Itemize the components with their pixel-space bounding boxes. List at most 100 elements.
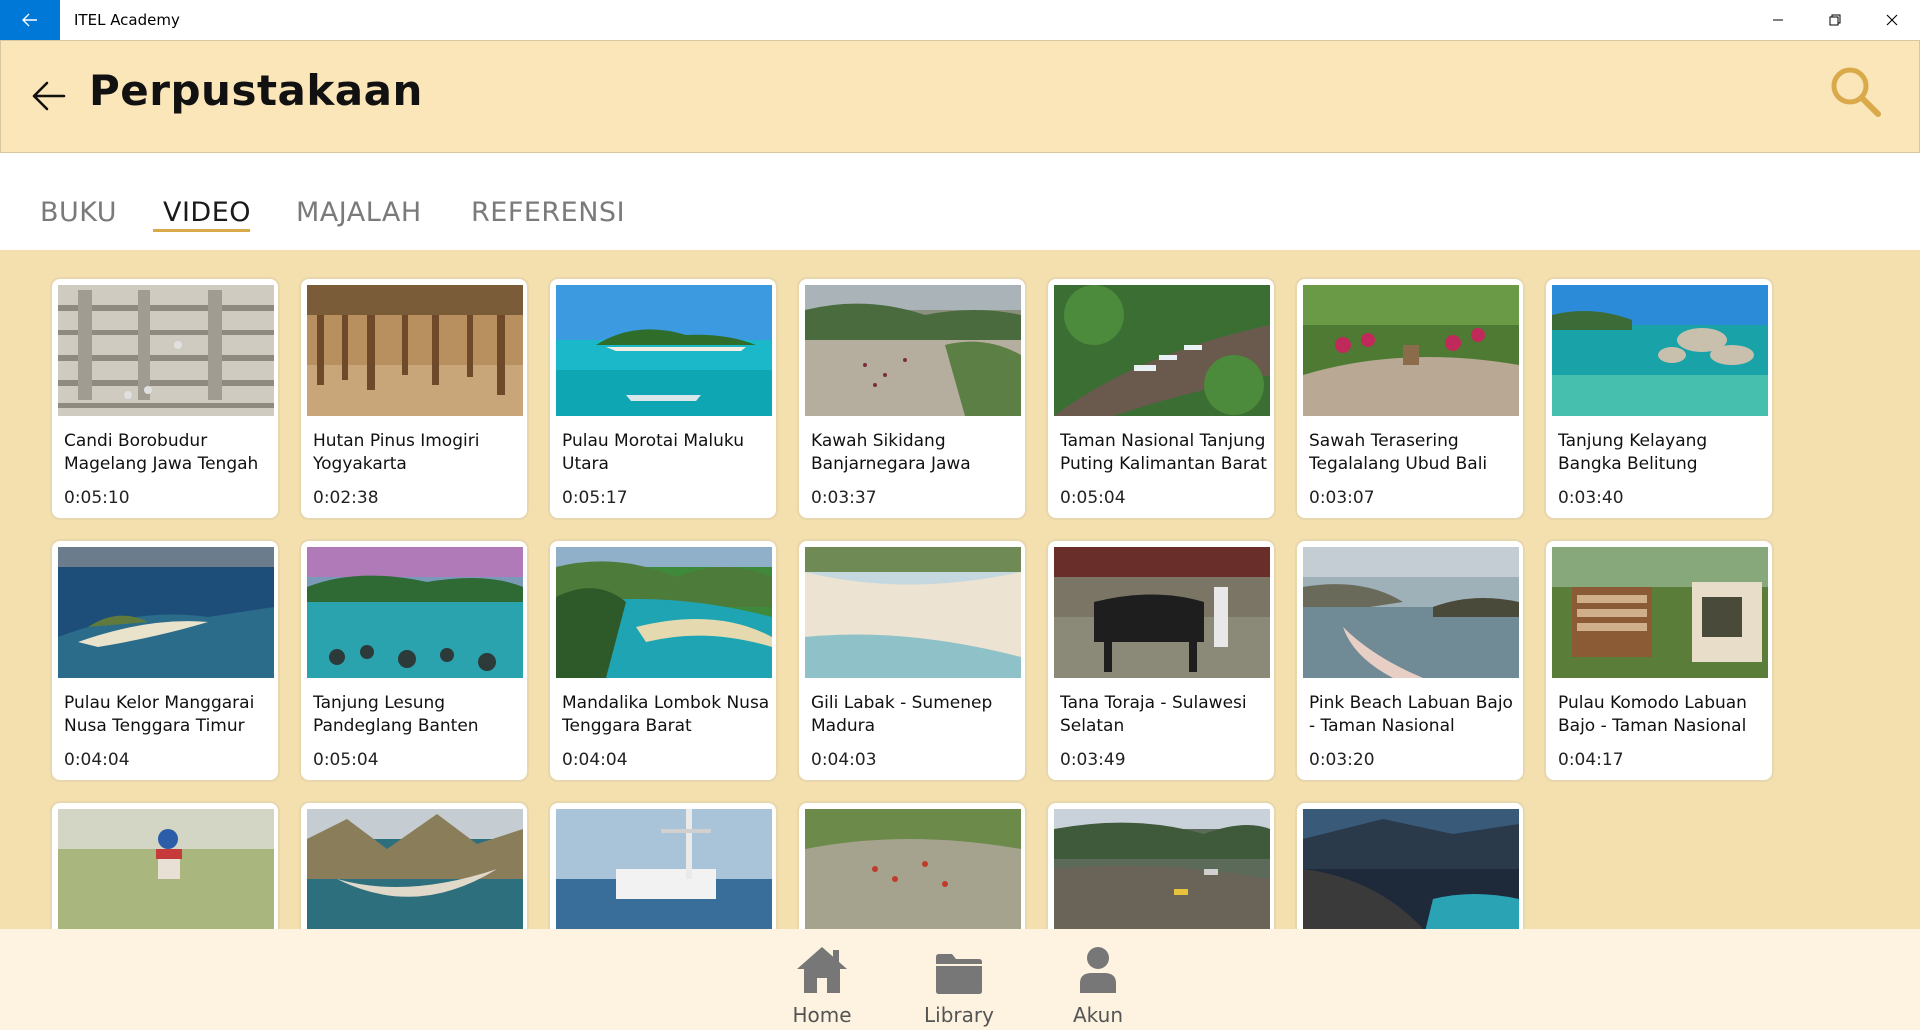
restore-button[interactable] bbox=[1806, 0, 1863, 40]
video-card[interactable]: Tanjung Kelayang Bangka Belitung 0:03:40 bbox=[1544, 277, 1774, 520]
video-thumbnail bbox=[1303, 547, 1519, 678]
nav-akun-label: Akun bbox=[1073, 1003, 1123, 1027]
video-duration: 0:05:17 bbox=[562, 488, 628, 508]
video-duration: 0:03:20 bbox=[1309, 750, 1375, 770]
search-icon[interactable] bbox=[1827, 63, 1883, 119]
page-title: Perpustakaan bbox=[89, 66, 423, 115]
back-arrow-icon bbox=[32, 81, 66, 111]
video-duration: 0:03:37 bbox=[811, 488, 877, 508]
tab-buku[interactable]: BUKU bbox=[40, 197, 117, 228]
video-thumbnail bbox=[1054, 547, 1270, 678]
video-title: Tanjung Kelayang Bangka Belitung bbox=[1558, 431, 1708, 474]
video-card[interactable] bbox=[50, 801, 280, 929]
video-card[interactable]: Hutan Pinus Imogiri Yogyakarta 0:02:38 bbox=[299, 277, 529, 520]
video-thumbnail bbox=[1054, 285, 1270, 416]
video-thumbnail bbox=[1303, 285, 1519, 416]
restore-icon bbox=[1829, 14, 1840, 26]
person-icon bbox=[1080, 947, 1116, 993]
video-thumbnail bbox=[805, 547, 1021, 678]
video-thumbnail bbox=[307, 547, 523, 678]
video-grid: Candi Borobudur Magelang Jawa Tengah 0:05… bbox=[50, 277, 1774, 929]
tab-referensi[interactable]: REFERENSI bbox=[471, 197, 625, 228]
video-card[interactable]: Tanjung Lesung Pandeglang Banten 0:05:04 bbox=[299, 539, 529, 782]
video-title: Gili Labak - Sumenep Madura bbox=[811, 693, 993, 736]
back-button[interactable] bbox=[29, 76, 69, 116]
tab-majalah[interactable]: MAJALAH bbox=[296, 197, 422, 228]
title-bar: ITEL Academy bbox=[0, 0, 1920, 40]
video-title: Pink Beach Labuan Bajo - Taman Nasional … bbox=[1309, 693, 1513, 736]
video-duration: 0:03:49 bbox=[1060, 750, 1126, 770]
minimize-icon bbox=[1772, 19, 1783, 21]
video-card[interactable] bbox=[1295, 801, 1525, 929]
nav-akun[interactable]: Akun bbox=[1043, 941, 1153, 1027]
video-thumbnail bbox=[805, 285, 1021, 416]
video-duration: 0:04:04 bbox=[64, 750, 130, 770]
tab-video[interactable]: VIDEO bbox=[163, 197, 251, 228]
video-thumbnail bbox=[556, 809, 772, 929]
video-thumbnail bbox=[307, 809, 523, 929]
video-thumbnail bbox=[58, 285, 274, 416]
video-thumbnail bbox=[1303, 809, 1519, 929]
nav-library-label: Library bbox=[924, 1003, 994, 1027]
nav-home[interactable]: Home bbox=[767, 941, 877, 1027]
page-header: Perpustakaan bbox=[0, 40, 1920, 153]
video-card[interactable]: Pulau Kelor Manggarai Nusa Tenggara Timu… bbox=[50, 539, 280, 782]
video-card[interactable]: Pulau Morotai Maluku Utara 0:05:17 bbox=[548, 277, 778, 520]
video-card[interactable] bbox=[548, 801, 778, 929]
video-title: Taman Nasional Tanjung Puting Kalimantan… bbox=[1060, 431, 1267, 474]
back-arrow-icon bbox=[22, 13, 37, 27]
video-duration: 0:05:04 bbox=[313, 750, 379, 770]
video-thumbnail bbox=[58, 547, 274, 678]
video-title: Tanjung Lesung Pandeglang Banten bbox=[313, 693, 479, 736]
video-title: Pulau Kelor Manggarai Nusa Tenggara Timu… bbox=[64, 693, 255, 736]
video-grid-area[interactable]: Candi Borobudur Magelang Jawa Tengah 0:05… bbox=[0, 250, 1920, 929]
video-card[interactable]: Mandalika Lombok Nusa Tenggara Barat 0:04… bbox=[548, 539, 778, 782]
video-card[interactable]: Pulau Komodo Labuan Bajo - Taman Nasiona… bbox=[1544, 539, 1774, 782]
video-card[interactable]: Taman Nasional Tanjung Puting Kalimantan… bbox=[1046, 277, 1276, 520]
video-card[interactable]: Candi Borobudur Magelang Jawa Tengah 0:05… bbox=[50, 277, 280, 520]
video-title: Tana Toraja - Sulawesi Selatan bbox=[1060, 693, 1247, 736]
video-title: Pulau Morotai Maluku Utara bbox=[562, 431, 745, 474]
folder-icon bbox=[936, 954, 982, 994]
video-thumbnail bbox=[1552, 285, 1768, 416]
window-back-button[interactable] bbox=[0, 0, 60, 40]
video-thumbnail bbox=[307, 285, 523, 416]
close-button[interactable] bbox=[1863, 0, 1920, 40]
video-duration: 0:04:04 bbox=[562, 750, 628, 770]
close-icon bbox=[1886, 14, 1897, 26]
video-duration: 0:05:04 bbox=[1060, 488, 1126, 508]
video-title: Sawah Terasering Tegalalang Ubud Bali bbox=[1309, 431, 1488, 474]
tab-bar: BUKU VIDEO MAJALAH REFERENSI bbox=[0, 153, 1920, 250]
video-title: Kawah Sikidang Banjarnegara Jawa Tengah bbox=[811, 431, 971, 474]
video-duration: 0:03:40 bbox=[1558, 488, 1624, 508]
video-card[interactable]: Sawah Terasering Tegalalang Ubud Bali 0:0… bbox=[1295, 277, 1525, 520]
window-title: ITEL Academy bbox=[74, 11, 180, 29]
bottom-nav: Home Library Akun bbox=[0, 929, 1920, 1030]
video-title: Candi Borobudur Magelang Jawa Tengah bbox=[64, 431, 259, 474]
video-duration: 0:04:03 bbox=[811, 750, 877, 770]
video-card[interactable] bbox=[1046, 801, 1276, 929]
video-thumbnail bbox=[805, 809, 1021, 929]
video-card[interactable] bbox=[299, 801, 529, 929]
video-thumbnail bbox=[556, 547, 772, 678]
video-card[interactable]: Pink Beach Labuan Bajo - Taman Nasional … bbox=[1295, 539, 1525, 782]
nav-library[interactable]: Library bbox=[904, 941, 1014, 1027]
video-card[interactable]: Tana Toraja - Sulawesi Selatan 0:03:49 bbox=[1046, 539, 1276, 782]
video-duration: 0:03:07 bbox=[1309, 488, 1375, 508]
video-duration: 0:04:17 bbox=[1558, 750, 1624, 770]
video-thumbnail bbox=[556, 285, 772, 416]
nav-home-label: Home bbox=[792, 1003, 852, 1027]
video-card[interactable]: Kawah Sikidang Banjarnegara Jawa Tengah 0… bbox=[797, 277, 1027, 520]
video-card[interactable] bbox=[797, 801, 1027, 929]
video-title: Hutan Pinus Imogiri Yogyakarta bbox=[313, 431, 480, 474]
home-icon bbox=[797, 947, 847, 993]
minimize-button[interactable] bbox=[1749, 0, 1806, 40]
video-thumbnail bbox=[58, 809, 274, 929]
video-duration: 0:02:38 bbox=[313, 488, 379, 508]
video-card[interactable]: Gili Labak - Sumenep Madura 0:04:03 bbox=[797, 539, 1027, 782]
video-title: Mandalika Lombok Nusa Tenggara Barat bbox=[562, 693, 770, 736]
video-duration: 0:05:10 bbox=[64, 488, 130, 508]
video-title: Pulau Komodo Labuan Bajo - Taman Nasiona… bbox=[1558, 693, 1747, 736]
video-thumbnail bbox=[1552, 547, 1768, 678]
video-thumbnail bbox=[1054, 809, 1270, 929]
